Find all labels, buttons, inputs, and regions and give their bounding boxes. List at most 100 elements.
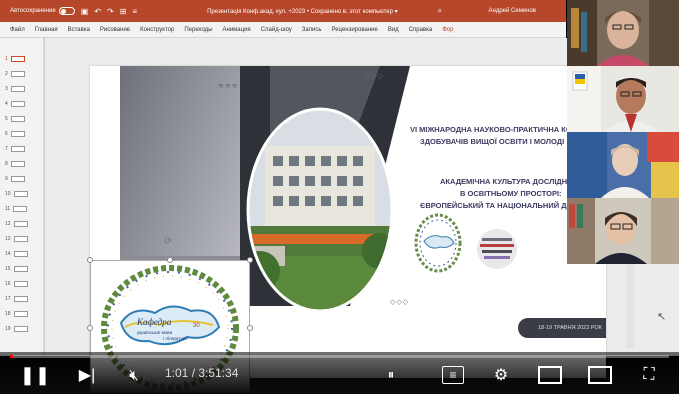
slide-mini-preview: [10, 176, 25, 182]
slide-thumbnail[interactable]: 15: [5, 264, 28, 274]
miniplayer-button[interactable]: [538, 366, 562, 384]
slide-mini-preview: [13, 311, 28, 317]
ribbon-tab[interactable]: Главная: [35, 27, 58, 33]
slide-thumbnail[interactable]: 10: [5, 189, 28, 199]
ribbon-tab[interactable]: Вид: [388, 27, 399, 33]
settings-gear-icon[interactable]: ⚙: [490, 364, 512, 386]
video-progress-fill: [10, 355, 13, 358]
slide-thumbnail[interactable]: 2: [5, 69, 25, 79]
logo-text-line-1: Кафедра: [136, 317, 172, 327]
slide-mini-preview: [13, 251, 28, 257]
slide-number: 7: [5, 146, 8, 152]
slide-thumbnail[interactable]: 18: [5, 309, 28, 319]
logo-text-line-3: і літератури: [163, 336, 188, 341]
customize-toolbar-icon[interactable]: ≡: [132, 7, 137, 16]
resize-handle-top-right[interactable]: [247, 257, 253, 263]
slide-thumbnail[interactable]: 6: [5, 129, 25, 139]
ribbon-tabs: Файл Главная Вставка Рисование Конструктор Пе…: [0, 22, 566, 38]
slide-thumbnail[interactable]: 8: [5, 159, 25, 169]
powerpoint-title-bar: Автосохранение ▣ ↶ ↷ ⊞ ≡ Презентація Кон…: [0, 0, 566, 22]
slide-mini-preview: [13, 191, 28, 197]
ribbon-tab[interactable]: Рисование: [100, 27, 130, 33]
ribbon-tab[interactable]: Файл: [10, 27, 25, 33]
user-name[interactable]: Андрей Семенов: [489, 8, 536, 14]
ribbon-tab[interactable]: Справка: [409, 27, 433, 33]
slide-thumbnail[interactable]: 1: [5, 54, 25, 64]
start-slideshow-icon[interactable]: ⊞: [120, 7, 127, 16]
slide-number: 13: [5, 236, 11, 242]
participant-1-feed: [567, 0, 679, 66]
undo-icon[interactable]: ↶: [94, 7, 101, 16]
slide-mini-preview: [13, 296, 28, 302]
mute-icon[interactable]: 🔇︎: [122, 364, 146, 386]
pause-button[interactable]: ❚❚: [20, 364, 50, 386]
ribbon-tab[interactable]: Фор: [442, 27, 453, 33]
resize-handle-top-left[interactable]: [87, 257, 93, 263]
ribbon-tab[interactable]: Переходы: [184, 27, 212, 33]
slide-mini-preview: [10, 56, 25, 62]
participant-video-1[interactable]: [567, 0, 679, 66]
participant-video-2[interactable]: [567, 66, 679, 132]
department-logo-small: [414, 213, 462, 273]
slide-thumbnail[interactable]: 3: [5, 84, 25, 94]
next-video-button[interactable]: ▶|: [76, 364, 98, 386]
participant-3-feed: [567, 132, 679, 198]
ribbon-tab[interactable]: Рецензирование: [331, 27, 377, 33]
slide-number: 9: [5, 176, 8, 182]
slide-mini-preview: [10, 86, 25, 92]
slide-thumbnail[interactable]: 12: [5, 219, 28, 229]
logo-number-mark: 30: [193, 323, 200, 329]
fullscreen-icon[interactable]: ⛶: [638, 364, 660, 386]
resize-handle-right[interactable]: [247, 325, 253, 331]
slide-thumbnail[interactable]: 16: [5, 279, 28, 289]
slide-number: 12: [5, 221, 11, 227]
ribbon-tab[interactable]: Вставка: [68, 27, 90, 33]
autosave-control[interactable]: Автосохранение: [10, 7, 75, 15]
participant-2-feed: [567, 66, 679, 132]
slide-thumbnail[interactable]: 19: [5, 324, 28, 334]
slide-number: 3: [5, 86, 8, 92]
resize-handle-left[interactable]: [87, 325, 93, 331]
video-player-controls: ❚❚ ▶| 🔇︎ 1:01 / 3:51:34 ⏸︎ ≡ ⚙ ⛶: [0, 352, 679, 394]
slide-number: 15: [5, 266, 11, 272]
resize-handle-top[interactable]: [167, 257, 173, 263]
slide-mini-preview: [10, 116, 25, 122]
ribbon-tab[interactable]: Конструктор: [140, 27, 174, 33]
pane-divider[interactable]: [44, 38, 45, 356]
autoplay-toggle[interactable]: ⏸︎: [380, 364, 402, 386]
ribbon-tab[interactable]: Слайд-шоу: [261, 27, 292, 33]
slide-number: 18: [5, 311, 11, 317]
search-icon[interactable]: ⌕: [438, 6, 442, 16]
slide-thumbnail[interactable]: 4: [5, 99, 25, 109]
slide-mini-preview: [10, 161, 25, 167]
rotate-handle-icon[interactable]: ⟳: [164, 236, 172, 247]
participant-video-3[interactable]: [567, 132, 679, 198]
slide-thumbnail[interactable]: 7: [5, 144, 25, 154]
document-title[interactable]: Презентація Конф.акад. кул. +2023 • Сохр…: [207, 8, 398, 15]
slide-number: 2: [5, 71, 8, 77]
slide-mini-preview: [13, 221, 28, 227]
slide-thumbnail[interactable]: 14: [5, 249, 28, 259]
slide-number: 6: [5, 131, 8, 137]
slide-number: 17: [5, 296, 11, 302]
wave-ornament: ≋≋≋: [218, 83, 239, 90]
slide-thumbnail[interactable]: 9: [5, 174, 25, 184]
slide-number: 1: [5, 56, 8, 62]
participant-video-4[interactable]: [567, 198, 679, 264]
slide-number: 14: [5, 251, 11, 257]
video-progress-bar[interactable]: [10, 355, 669, 358]
slide-thumbnail[interactable]: 13: [5, 234, 28, 244]
save-icon[interactable]: ▣: [81, 7, 89, 16]
theater-mode-button[interactable]: [588, 366, 612, 384]
ribbon-tab[interactable]: Запись: [302, 27, 322, 33]
playback-time: 1:01 / 3:51:34: [165, 366, 239, 380]
slide-thumbnail-pane[interactable]: 1 2 3 4 5 6 7 8 9 10 11 12 13 14 15 16 17 18 19: [0, 38, 44, 356]
autosave-toggle[interactable]: [58, 7, 75, 15]
slide-thumbnail[interactable]: 11: [5, 204, 28, 214]
subtitles-button[interactable]: ≡: [442, 366, 464, 384]
slide-thumbnail[interactable]: 5: [5, 114, 25, 124]
ribbon-tab[interactable]: Анимация: [223, 27, 251, 33]
slide-mini-preview: [13, 206, 28, 212]
redo-icon[interactable]: ↷: [107, 7, 114, 16]
slide-thumbnail[interactable]: 17: [5, 294, 28, 304]
